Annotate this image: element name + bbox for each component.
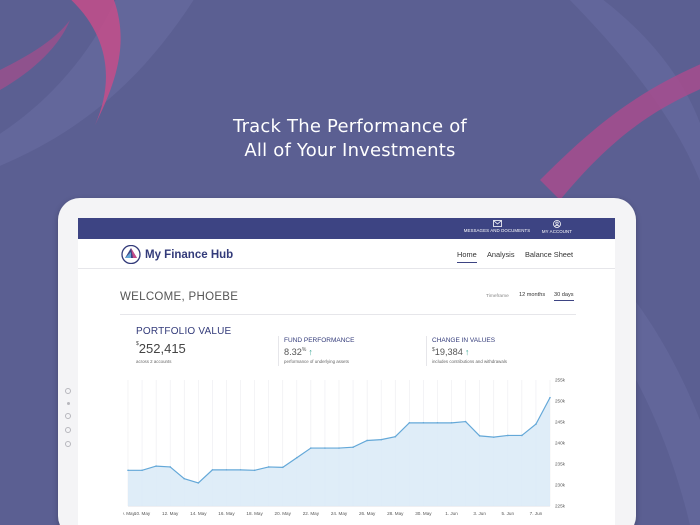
tablet-dot [65, 388, 71, 394]
fund-performance-subtext: performance of underlying assets [284, 359, 349, 364]
messages-label: MESSAGES AND DOCUMENTS [463, 228, 531, 233]
chart-data-point [422, 422, 425, 424]
headline-line-1: Track The Performance of [233, 116, 467, 137]
fund-performance-value: 8.32% ↑ [284, 347, 313, 357]
change-in-values-title: CHANGE IN VALUES [432, 337, 496, 344]
portfolio-value-title: PORTFOLIO VALUE [136, 326, 232, 337]
chart-x-tick-label: 5. Jun [502, 511, 515, 516]
tablet-dot [66, 402, 70, 405]
chart-data-point [296, 456, 298, 459]
chart-data-point [366, 439, 368, 442]
chart-data-point [267, 466, 270, 468]
chart-data-point [155, 465, 157, 467]
welcome-heading: WELCOME, PHOEBE [120, 291, 239, 303]
portfolio-amount: 252,415 [138, 341, 186, 356]
chart-y-tick-label: 240k [555, 441, 566, 446]
chart-data-point [225, 469, 228, 471]
up-arrow-icon: ↑ [308, 347, 313, 357]
chart-x-tick-label: 20. May [275, 511, 292, 516]
chart-x-tick-label: 18. May [246, 511, 263, 516]
fund-performance-amount: 8.32 [284, 347, 302, 357]
chart-data-point [281, 466, 284, 469]
portfolio-value: $252,415 [136, 341, 186, 356]
tablet-dot [65, 441, 71, 447]
change-amount: 19,384 [434, 347, 463, 357]
portfolio-value-chart: 9. May10. May12. May14. May16. May18. Ma… [123, 378, 566, 516]
chart-x-tick-label: 3. Jun [473, 511, 486, 516]
timeframe-12-months[interactable]: 12 months [519, 292, 545, 298]
chart-data-point [464, 420, 467, 423]
chart-data-point [338, 447, 340, 449]
chart-data-point [535, 423, 537, 425]
chart-data-point [394, 435, 397, 438]
tablet-side-dots [64, 388, 72, 455]
envelope-icon [492, 220, 502, 227]
top-bar: MESSAGES AND DOCUMENTS MY ACCOUNT [78, 218, 615, 239]
fund-performance-unit: % [301, 347, 307, 353]
chart-data-point [478, 435, 481, 437]
chart-data-point [127, 469, 129, 472]
chart-x-tick-label: 7. Jun [530, 511, 543, 516]
chart-data-point [380, 438, 383, 441]
nav-balance-sheet-tab[interactable]: Balance Sheet [525, 250, 573, 259]
app-screen: MESSAGES AND DOCUMENTS MY ACCOUNT My Fin… [78, 218, 615, 525]
headline-line-2: All of Your Investments [244, 140, 456, 161]
chart-data-point [492, 436, 495, 438]
timeframe-30-days[interactable]: 30 days [554, 292, 574, 301]
chart-y-tick-label: 245k [555, 420, 566, 425]
metric-separator [426, 336, 427, 366]
chart-data-point [310, 447, 312, 449]
chart-data-point [324, 447, 326, 449]
chart-data-point [239, 469, 242, 471]
chart-x-tick-label: 28. May [387, 511, 404, 516]
chart-x-tick-label: 12. May [162, 511, 179, 516]
fund-performance-title: FUND PERFORMANCE [284, 337, 355, 344]
chart-data-point [521, 434, 523, 437]
chart-data-point [183, 477, 186, 480]
chart-x-tick-label: 24. May [331, 511, 348, 516]
chart-y-tick-label: 250k [555, 399, 566, 404]
section-divider [120, 314, 576, 315]
chart-x-tick-label: 1. Jun [445, 511, 458, 516]
chart-data-point [507, 434, 509, 437]
nav-analysis-tab[interactable]: Analysis [487, 250, 515, 259]
chart-x-tick-label: 26. May [359, 511, 376, 516]
user-circle-icon [553, 220, 561, 228]
timeframe-label: Timeframe [486, 294, 509, 299]
chart-data-point [141, 469, 143, 472]
up-arrow-icon: ↑ [464, 347, 470, 357]
change-in-values-subtext: includes contributions and withdrawals [432, 359, 507, 364]
tablet-dot [65, 427, 71, 433]
chart-data-point [253, 469, 256, 472]
portfolio-subtext: across 2 accounts [136, 359, 172, 364]
tablet-dot [65, 413, 71, 419]
chart-data-point [549, 396, 551, 399]
brand-name[interactable]: My Finance Hub [145, 249, 233, 261]
chart-y-tick-label: 230k [555, 483, 566, 488]
main-nav: My Finance Hub Home Analysis Balance She… [78, 239, 615, 269]
chart-y-tick-label: 235k [555, 462, 566, 467]
sail-logo-icon[interactable] [121, 245, 141, 264]
metric-separator [278, 336, 279, 366]
chart-y-tick-label: 225k [555, 504, 566, 509]
my-account-label: MY ACCOUNT [541, 229, 573, 234]
chart-data-point [408, 422, 411, 424]
chart-data-point [436, 422, 439, 424]
chart-data-point [450, 422, 453, 424]
chart-data-point [211, 469, 214, 471]
chart-x-tick-label: 30. May [415, 511, 432, 516]
chart-data-point [197, 482, 200, 484]
chart-x-tick-label: 16. May [218, 511, 235, 516]
chart-data-point [169, 466, 171, 468]
chart-data-point [352, 446, 354, 448]
chart-x-tick-label: 14. May [190, 511, 207, 516]
my-account-link[interactable]: MY ACCOUNT [538, 218, 576, 239]
nav-home-tab[interactable]: Home [457, 250, 477, 263]
change-in-values-value: $19,384 ↑ [432, 347, 469, 357]
chart-x-tick-label: 10. May [134, 511, 151, 516]
chart-x-tick-label: 22. May [303, 511, 320, 516]
chart-y-tick-label: 255k [555, 378, 566, 383]
headline: Track The Performance of All of Your Inv… [0, 115, 700, 163]
messages-and-documents-link[interactable]: MESSAGES AND DOCUMENTS [460, 218, 534, 239]
